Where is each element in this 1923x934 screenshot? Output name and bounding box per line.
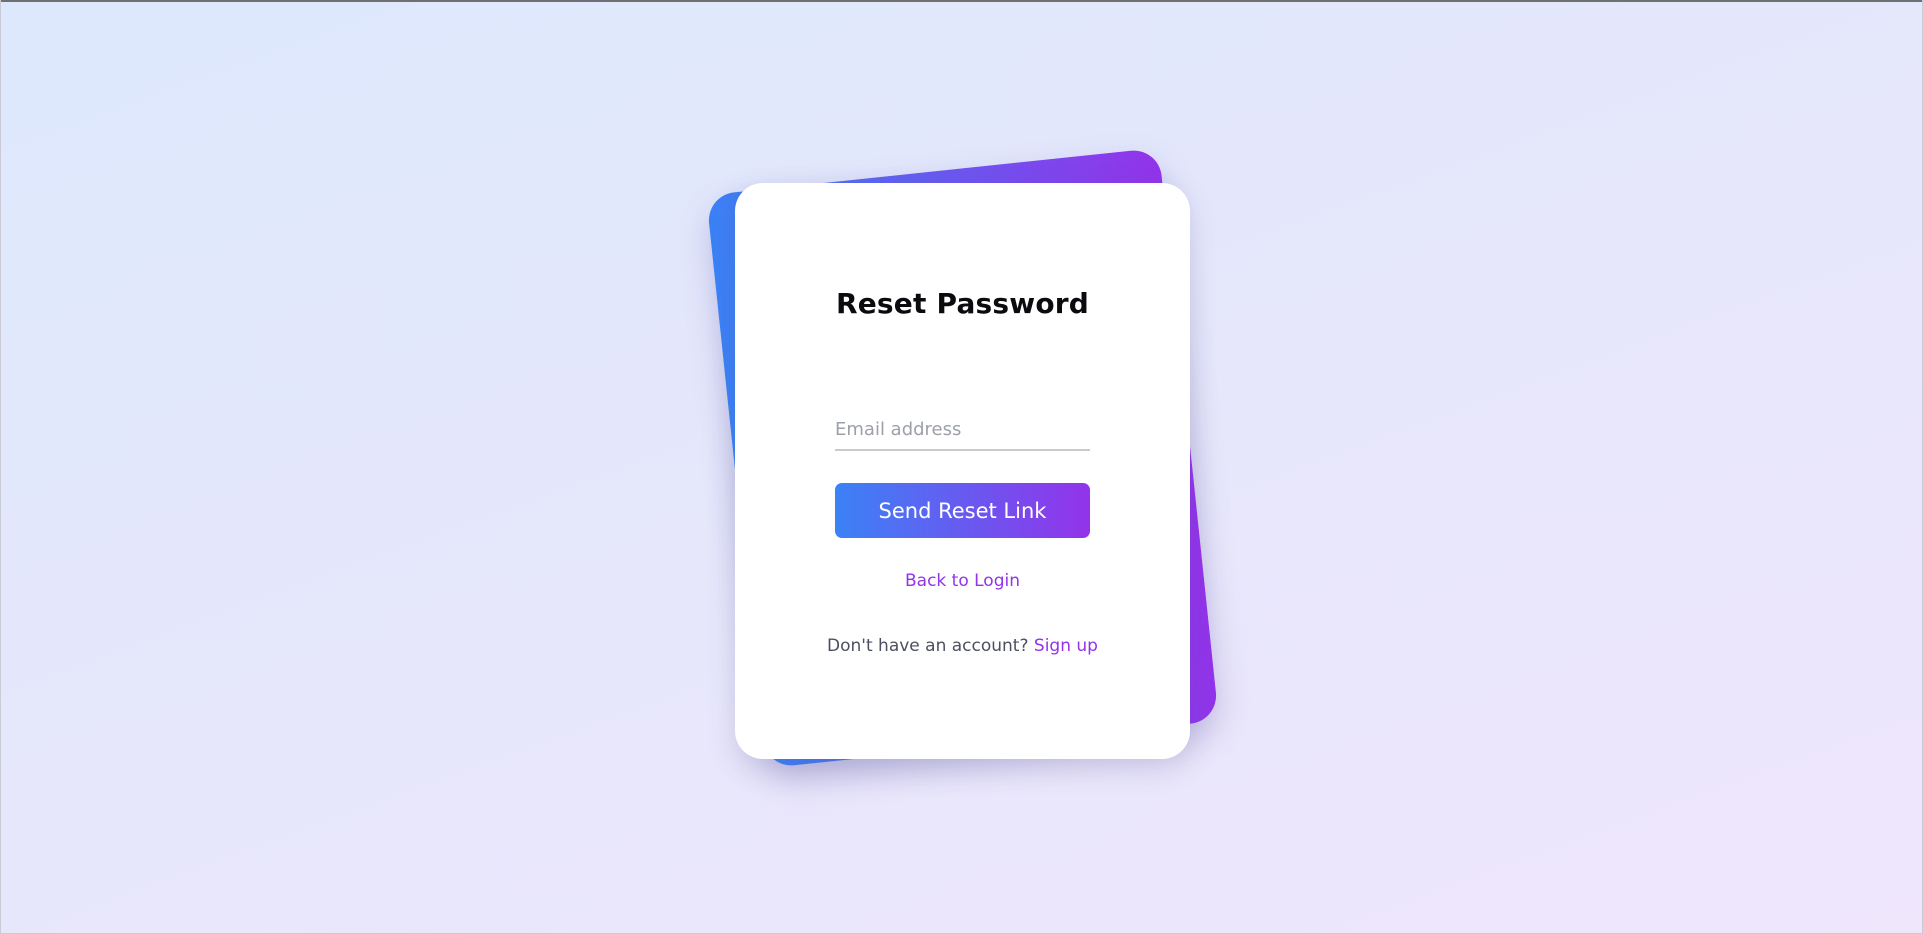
- back-to-login-link[interactable]: Back to Login: [735, 571, 1190, 591]
- signup-link[interactable]: Sign up: [1034, 636, 1098, 656]
- send-reset-link-button[interactable]: Send Reset Link: [835, 483, 1090, 538]
- frame-left-border: [0, 0, 1, 934]
- signup-row: Don't have an account? Sign up: [735, 636, 1190, 656]
- reset-password-card: Reset Password Send Reset Link Back to L…: [735, 183, 1190, 759]
- window-top-border: [0, 0, 1923, 2]
- page-title: Reset Password: [835, 287, 1090, 320]
- email-field[interactable]: [835, 409, 1090, 451]
- signup-prompt: Don't have an account?: [827, 636, 1029, 656]
